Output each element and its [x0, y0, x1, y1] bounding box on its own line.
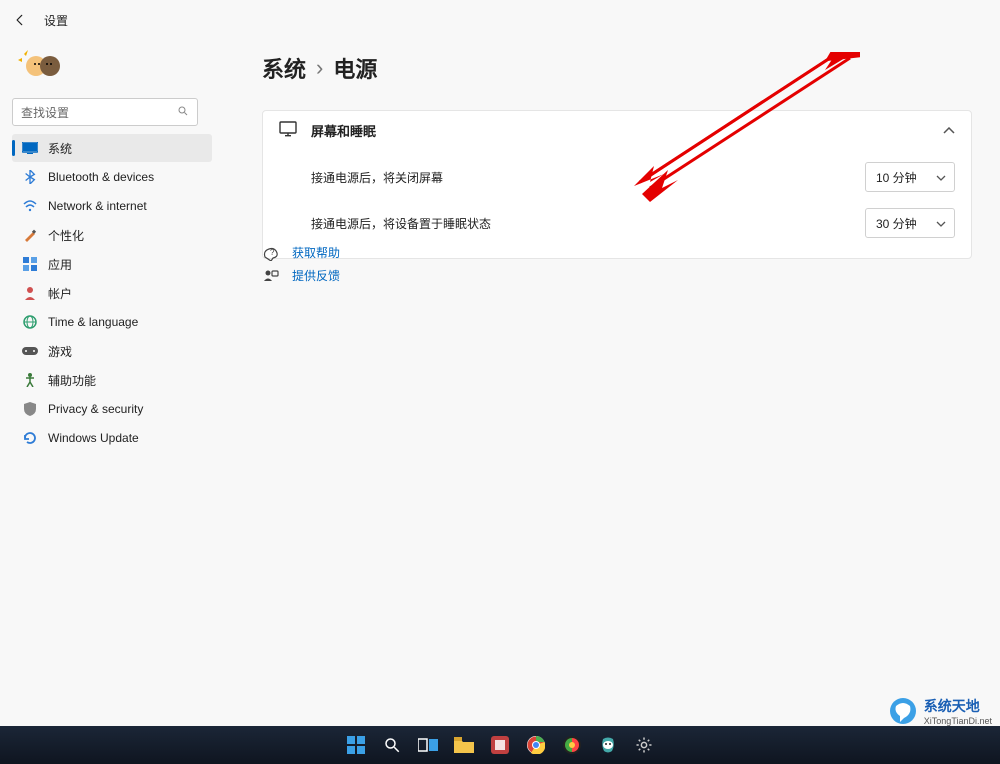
sidebar-label: Network & internet: [48, 199, 147, 213]
search-placeholder: 查找设置: [21, 104, 69, 121]
sidebar-item-accessibility[interactable]: 辅助功能: [12, 366, 212, 394]
select-value: 10 分钟: [876, 169, 917, 186]
sidebar-label: 帐户: [48, 285, 72, 302]
svg-text:?: ?: [270, 248, 275, 257]
sidebar-label: Privacy & security: [48, 402, 143, 416]
watermark-title: 系统天地: [924, 696, 992, 716]
chevron-down-icon: [936, 216, 946, 230]
sidebar-label: Bluetooth & devices: [48, 170, 154, 184]
sidebar-item-personalization[interactable]: 个性化: [12, 221, 212, 249]
sidebar-item-gaming[interactable]: 游戏: [12, 337, 212, 365]
wifi-icon: [22, 198, 38, 214]
sidebar-item-accounts[interactable]: 帐户: [12, 279, 212, 307]
taskbar: [0, 726, 1000, 764]
brush-icon: [22, 227, 38, 243]
globe-icon: [22, 314, 38, 330]
help-icon: ?: [262, 245, 280, 261]
sidebar-label: 辅助功能: [48, 372, 96, 389]
sidebar-item-privacy[interactable]: Privacy & security: [12, 395, 212, 423]
search-input[interactable]: 查找设置: [12, 98, 198, 126]
row-label: 接通电源后，将设备置于睡眠状态: [311, 215, 491, 232]
task-view-icon[interactable]: [415, 732, 441, 758]
system-icon: [22, 140, 38, 156]
sidebar-item-time-language[interactable]: Time & language: [12, 308, 212, 336]
app-icon-1[interactable]: [487, 732, 513, 758]
shield-icon: [22, 401, 38, 417]
window-title: 设置: [44, 12, 68, 29]
sidebar-item-apps[interactable]: 应用: [12, 250, 212, 278]
get-help-link[interactable]: 获取帮助: [292, 244, 340, 261]
update-icon: [22, 430, 38, 446]
gamepad-icon: [22, 343, 38, 359]
sidebar-item-bluetooth[interactable]: Bluetooth & devices: [12, 163, 212, 191]
settings-taskbar-icon[interactable]: [631, 732, 657, 758]
card-title: 屏幕和睡眠: [311, 121, 376, 140]
taskbar-search-icon[interactable]: [379, 732, 405, 758]
sleep-select[interactable]: 30 分钟: [865, 208, 955, 238]
breadcrumb-leaf: 电源: [333, 52, 377, 84]
watermark-sub: XiTongTianDi.net: [924, 716, 992, 726]
watermark-icon: [888, 696, 918, 726]
breadcrumb: 系统 › 电源: [262, 52, 377, 84]
accessibility-icon: [22, 372, 38, 388]
sidebar-label: 游戏: [48, 343, 72, 360]
chrome-icon[interactable]: [523, 732, 549, 758]
sidebar-label: Windows Update: [48, 431, 139, 445]
file-explorer-icon[interactable]: [451, 732, 477, 758]
breadcrumb-root[interactable]: 系统: [262, 52, 306, 84]
sidebar-label: 系统: [48, 140, 72, 157]
bluetooth-icon: [22, 169, 38, 185]
watermark: 系统天地 XiTongTianDi.net: [888, 696, 992, 726]
sleep-row: 接通电源后，将设备置于睡眠状态 30 分钟: [263, 200, 971, 246]
screen-off-select[interactable]: 10 分钟: [865, 162, 955, 192]
apps-icon: [22, 256, 38, 272]
screen-off-row: 接通电源后，将关闭屏幕 10 分钟: [263, 154, 971, 200]
person-icon: [22, 285, 38, 301]
search-icon: [177, 105, 189, 120]
sidebar-item-network[interactable]: Network & internet: [12, 192, 212, 220]
feedback-icon: [262, 268, 280, 284]
row-label: 接通电源后，将关闭屏幕: [311, 169, 443, 186]
sidebar-item-windows-update[interactable]: Windows Update: [12, 424, 212, 452]
back-button[interactable]: [8, 8, 32, 32]
user-avatar[interactable]: [18, 46, 68, 86]
screen-sleep-card: 屏幕和睡眠 接通电源后，将关闭屏幕 10 分钟 接通电源后，将设备置于睡眠状态: [262, 110, 972, 259]
start-button[interactable]: [343, 732, 369, 758]
sidebar-item-system[interactable]: 系统: [12, 134, 212, 162]
sidebar-label: 应用: [48, 256, 72, 273]
select-value: 30 分钟: [876, 215, 917, 232]
sidebar-label: 个性化: [48, 227, 84, 244]
chevron-right-icon: ›: [316, 55, 323, 81]
sidebar-label: Time & language: [48, 315, 138, 329]
monitor-icon: [279, 121, 297, 140]
app-icon-3[interactable]: [595, 732, 621, 758]
card-header-toggle[interactable]: 屏幕和睡眠: [263, 111, 971, 150]
chevron-up-icon: [943, 123, 955, 138]
chevron-down-icon: [936, 170, 946, 184]
feedback-link[interactable]: 提供反馈: [292, 267, 340, 284]
app-icon-2[interactable]: [559, 732, 585, 758]
